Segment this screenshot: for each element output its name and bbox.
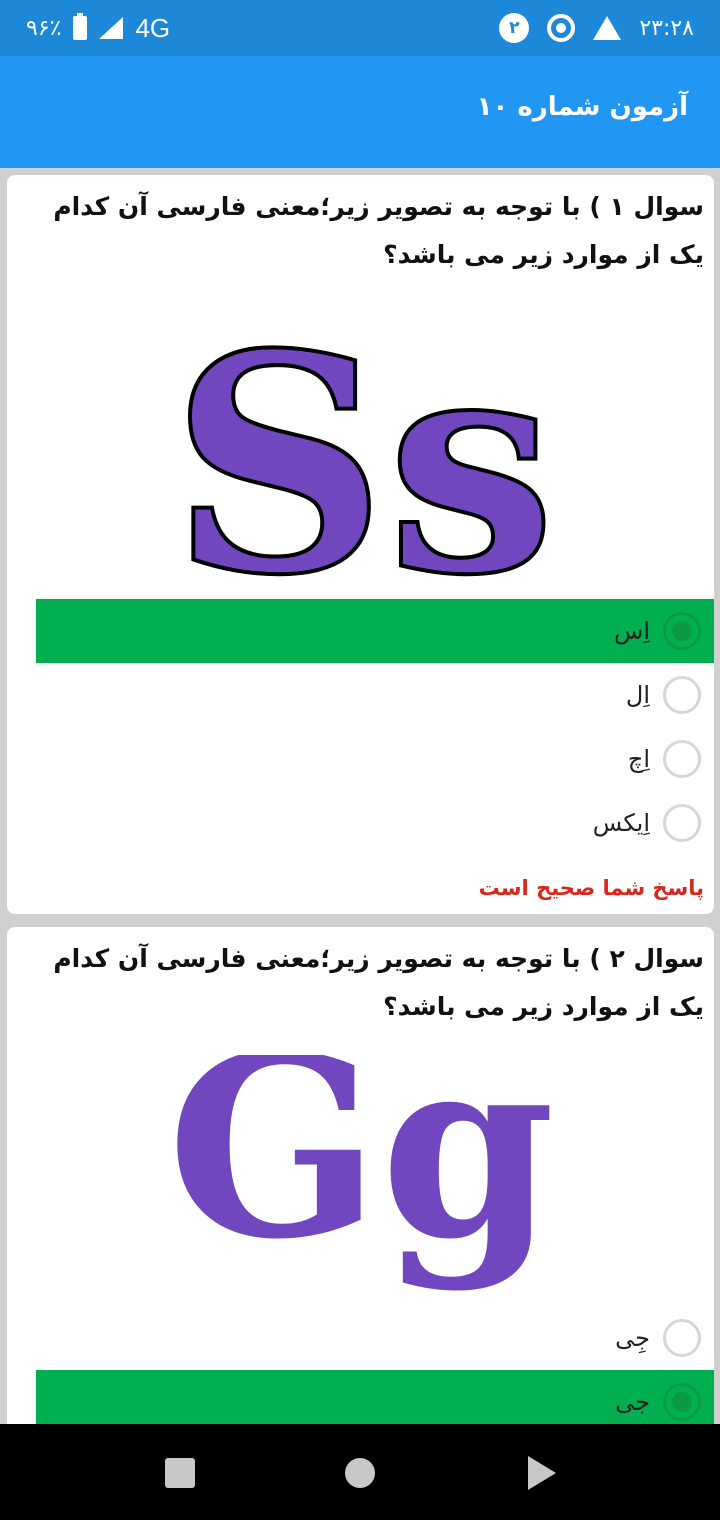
option-label: اِیکس — [592, 809, 650, 837]
answer-option[interactable]: اِس — [36, 599, 714, 663]
question-text: سوال ۱ ) با توجه به تصویر زیر؛معنی فارسی… — [53, 192, 704, 269]
drive-icon — [593, 16, 622, 40]
app-notification-icon — [547, 14, 576, 42]
page-title: آزمون شماره ۱۰ — [476, 92, 688, 122]
status-bar: ۹۶٪ 4G ۲ ۲۳:۲۸ — [0, 0, 720, 56]
radio-selected-icon[interactable] — [663, 612, 701, 650]
answer-option[interactable]: اِیکس — [36, 791, 714, 855]
app-bar: آزمون شماره ۱۰ — [0, 56, 720, 168]
radio-icon[interactable] — [663, 740, 701, 778]
radio-selected-icon[interactable] — [663, 1383, 701, 1421]
answer-option[interactable]: اِل — [36, 663, 714, 727]
battery-icon — [73, 13, 88, 40]
answer-option[interactable]: جِی — [36, 1306, 714, 1370]
option-label: جِی — [615, 1324, 650, 1352]
clock: ۲۳:۲۸ — [639, 15, 694, 41]
radio-icon[interactable] — [663, 1319, 701, 1357]
letter-glyphs: Gg — [167, 1055, 555, 1294]
letter-graphic: Ss — [168, 286, 558, 643]
answer-option[interactable]: اِچ — [36, 727, 714, 791]
question-text: سوال ۲ ) با توجه به تصویر زیر؛معنی فارسی… — [53, 944, 704, 1021]
recents-icon[interactable] — [165, 1458, 195, 1488]
status-left: ۹۶٪ 4G — [26, 12, 170, 44]
option-label: اِس — [614, 617, 650, 645]
option-label: اِچ — [627, 745, 650, 773]
question-card: سوال ۲ ) با توجه به تصویر زیر؛معنی فارسی… — [7, 927, 714, 1447]
radio-icon[interactable] — [663, 676, 701, 714]
notification-count-icon: ۲ — [499, 13, 530, 43]
back-icon[interactable] — [528, 1456, 556, 1490]
letter-glyphs: Ss — [170, 305, 556, 585]
status-right: ۲ ۲۳:۲۸ — [499, 12, 694, 44]
option-label: اِل — [625, 681, 650, 709]
battery-percent: ۹۶٪ — [26, 15, 62, 41]
navigation-bar — [0, 1424, 720, 1520]
radio-icon[interactable] — [663, 804, 701, 842]
network-type: 4G — [135, 12, 171, 43]
signal-icon — [99, 17, 124, 39]
question-card: سوال ۱ ) با توجه به تصویر زیر؛معنی فارسی… — [7, 175, 714, 914]
letter-image: Ss — [7, 286, 714, 643]
letter-image: Gg — [7, 1000, 714, 1305]
home-icon[interactable] — [345, 1458, 375, 1488]
letter-graphic: Gg — [167, 1000, 555, 1294]
result-message: پاسخ شما صحیح است — [478, 876, 704, 900]
